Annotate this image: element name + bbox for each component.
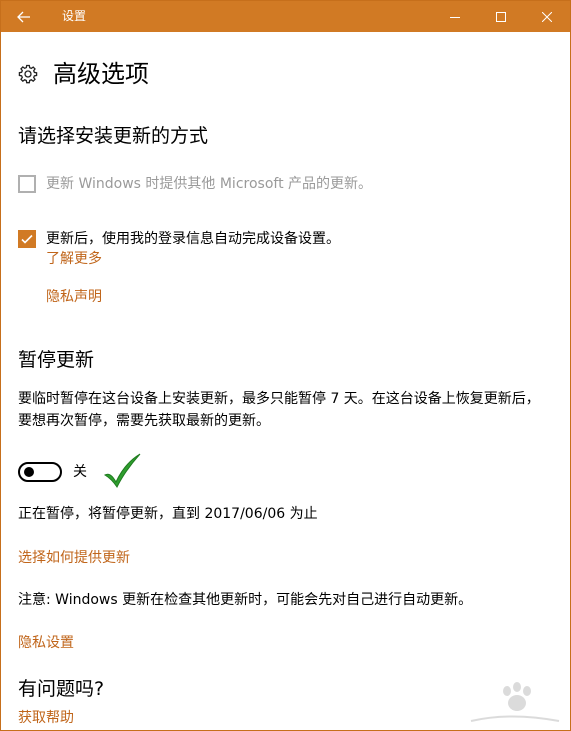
- minimize-icon: [450, 16, 460, 18]
- get-help-link[interactable]: 获取帮助: [18, 708, 74, 728]
- toggle-knob: [24, 467, 34, 477]
- pause-toggle[interactable]: [18, 462, 62, 482]
- help-section-title: 有问题吗?: [18, 678, 105, 700]
- other-products-label: 更新 Windows 时提供其他 Microsoft 产品的更新。: [46, 176, 373, 192]
- back-arrow-icon: [17, 11, 30, 22]
- green-check-annotation-icon: [103, 453, 141, 488]
- auto-signin-label: 更新后，使用我的登录信息自动完成设备设置。: [46, 231, 340, 247]
- page-title: 高级选项: [53, 60, 149, 88]
- install-section-title: 请选择安装更新的方式: [18, 125, 209, 147]
- privacy-statement-link[interactable]: 隐私声明: [46, 287, 102, 307]
- watermark-logo-icon: [470, 682, 560, 722]
- update-note: 注意: Windows 更新在检查其他更新时，可能会先对自己进行自动更新。: [18, 592, 473, 608]
- gear-icon: [18, 64, 38, 84]
- pause-status: 正在暂停，将暂停更新，直到 2017/06/06 为止: [18, 506, 318, 522]
- window-title: 设置: [62, 9, 87, 23]
- minimize-button[interactable]: [432, 1, 478, 32]
- maximize-icon: [496, 11, 506, 22]
- pause-section-title: 暂停更新: [18, 349, 95, 371]
- learn-more-link[interactable]: 了解更多: [46, 249, 102, 269]
- other-products-checkbox[interactable]: [18, 175, 36, 193]
- back-button[interactable]: [1, 1, 47, 32]
- close-icon: [542, 11, 552, 22]
- maximize-button[interactable]: [478, 1, 524, 32]
- privacy-settings-link[interactable]: 隐私设置: [18, 633, 74, 653]
- title-bar: 设置: [1, 1, 570, 32]
- delivery-link[interactable]: 选择如何提供更新: [18, 548, 130, 568]
- auto-signin-checkbox[interactable]: [18, 230, 36, 248]
- pause-toggle-state: 关: [73, 464, 87, 480]
- settings-window: 设置 高级选项 请选择安装更新的方式 更新 Windows 时提供其他 Micr…: [0, 0, 571, 731]
- close-button[interactable]: [524, 1, 570, 32]
- pause-description: 要临时暂停在这台设备上安装更新，最多只能暂停 7 天。在这台设备上恢复更新后，要…: [18, 391, 540, 429]
- checkmark-icon: [21, 234, 33, 244]
